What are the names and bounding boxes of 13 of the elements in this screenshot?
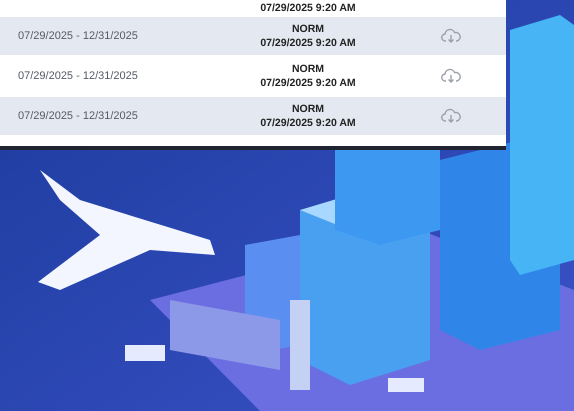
timestamp: 07/29/2025 9:20 AM	[260, 76, 356, 90]
cloud-download-icon[interactable]	[441, 28, 461, 44]
status-text: NORM	[292, 22, 324, 36]
date-range: 07/29/2025 - 12/31/2025	[18, 30, 138, 42]
timestamp: 07/29/2025 9:20 AM	[260, 1, 356, 15]
status-text: NORM	[292, 62, 324, 76]
timestamp: 07/29/2025 9:20 AM	[260, 36, 356, 50]
date-range: 07/29/2025 - 12/31/2025	[18, 110, 138, 122]
date-range: 07/29/2025 - 12/31/2025	[18, 70, 138, 82]
timestamp: 07/29/2025 9:20 AM	[260, 116, 356, 130]
cloud-download-icon[interactable]	[441, 108, 461, 124]
status-text: NORM	[292, 102, 324, 116]
cloud-download-icon[interactable]	[441, 68, 461, 84]
